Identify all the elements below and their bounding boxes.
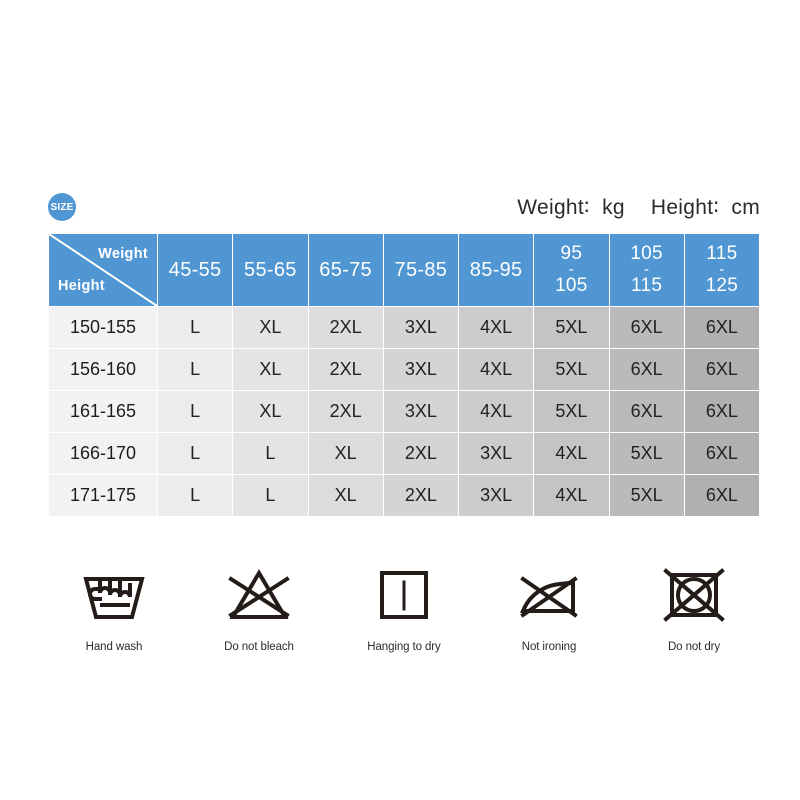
size-cell: 2XL: [308, 307, 383, 348]
units-legend: Weight∶ kg Height∶ cm: [517, 195, 760, 220]
table-row: 171-175 L L XL 2XL 3XL 4XL 5XL 6XL: [49, 475, 759, 516]
weight-col-header-4: 85-95: [459, 234, 534, 306]
weight-col-bottom-6: 115: [631, 275, 663, 297]
weight-col-bottom-5: 105: [555, 275, 588, 297]
weight-col-header-5: 95 - 105: [534, 234, 609, 306]
size-cell: 6XL: [684, 391, 759, 432]
size-cell: 6XL: [609, 391, 684, 432]
care-symbol-do-not-dry: Do not dry: [628, 560, 760, 653]
size-cell: L: [158, 433, 233, 474]
size-cell: 6XL: [684, 307, 759, 348]
weight-col-text-4: 85-95: [469, 258, 523, 281]
weight-col-header-6: 105 - 115: [609, 234, 684, 306]
diagonal-divider-icon: [49, 234, 157, 306]
size-table: Weight Height 45-55 55-65 65-75 75-85 85…: [48, 233, 760, 517]
header-row: Weight Height 45-55 55-65 65-75 75-85 85…: [49, 234, 759, 306]
care-label-hang-to-dry: Hanging to dry: [367, 641, 441, 653]
size-cell: 3XL: [383, 391, 458, 432]
size-cell: L: [158, 391, 233, 432]
size-table-body: 150-155 L XL 2XL 3XL 4XL 5XL 6XL 6XL 156-160 L XL 2X…: [49, 307, 759, 516]
size-cell: XL: [233, 349, 308, 390]
weight-col-text-0: 45-55: [168, 258, 222, 281]
size-cell: 2XL: [308, 391, 383, 432]
care-symbol-hang-to-dry: Hanging to dry: [338, 560, 470, 653]
weight-unit-label: Weight∶ kg: [517, 195, 625, 219]
care-label-hand-wash: Hand wash: [85, 641, 143, 653]
size-cell: XL: [308, 475, 383, 516]
size-cell: 2XL: [383, 433, 458, 474]
size-cell: L: [158, 307, 233, 348]
size-cell: 2XL: [308, 349, 383, 390]
size-cell: 3XL: [459, 475, 534, 516]
size-cell: 6XL: [684, 433, 759, 474]
corner-weight-label: Weight: [98, 246, 148, 262]
care-symbol-hand-wash: Hand wash: [48, 560, 180, 653]
hand-wash-icon: [75, 560, 153, 632]
size-cell: 5XL: [534, 391, 609, 432]
size-cell: 3XL: [383, 307, 458, 348]
size-cell: L: [158, 475, 233, 516]
height-range-cell: 150-155: [49, 307, 157, 348]
size-cell: 6XL: [684, 349, 759, 390]
weight-col-text-3: 75-85: [394, 258, 448, 281]
size-cell: L: [158, 349, 233, 390]
size-cell: 3XL: [383, 349, 458, 390]
header-corner-cell: Weight Height: [49, 234, 157, 306]
hang-to-dry-icon: [365, 560, 443, 632]
weight-col-stack-6: 105 - 115: [610, 244, 684, 296]
size-cell: XL: [233, 391, 308, 432]
size-cell: 5XL: [609, 433, 684, 474]
weight-col-header-7: 115 - 125: [684, 234, 759, 306]
do-not-dry-icon: [655, 560, 733, 632]
size-table-header: Weight Height 45-55 55-65 65-75 75-85 85…: [49, 234, 759, 306]
size-chart-page: SIZE Weight∶ kg Height∶ cm Weight Height…: [0, 0, 800, 800]
height-unit-label: Height∶ cm: [650, 195, 760, 219]
weight-col-text-2: 65-75: [319, 258, 372, 281]
size-cell: XL: [308, 433, 383, 474]
table-row: 150-155 L XL 2XL 3XL 4XL 5XL 6XL 6XL: [49, 307, 759, 348]
table-row: 166-170 L L XL 2XL 3XL 4XL 5XL 6XL: [49, 433, 759, 474]
size-cell: 4XL: [534, 433, 609, 474]
corner-height-label: Height: [58, 277, 105, 294]
size-cell: 6XL: [609, 307, 684, 348]
height-range-cell: 156-160: [49, 349, 157, 390]
care-symbol-do-not-bleach: Do not bleach: [193, 560, 325, 653]
weight-col-stack-5: 95 - 105: [534, 244, 608, 296]
height-range-cell: 161-165: [49, 391, 157, 432]
size-cell: 5XL: [534, 349, 609, 390]
care-symbol-no-ironing: Not ironing: [483, 560, 615, 653]
size-cell: 5XL: [534, 307, 609, 348]
size-cell: 5XL: [609, 475, 684, 516]
size-cell: 4XL: [534, 475, 609, 516]
table-row: 161-165 L XL 2XL 3XL 4XL 5XL 6XL 6XL: [49, 391, 759, 432]
height-range-cell: 166-170: [49, 433, 157, 474]
chart-header-bar: SIZE Weight∶ kg Height∶ cm: [48, 188, 760, 226]
weight-col-header-1: 55-65: [233, 234, 308, 306]
size-cell: 6XL: [684, 475, 759, 516]
size-cell: 6XL: [609, 349, 684, 390]
weight-col-header-2: 65-75: [308, 234, 383, 306]
size-cell: 4XL: [459, 349, 534, 390]
size-cell: L: [233, 433, 308, 474]
no-ironing-icon: [510, 560, 588, 632]
care-label-do-not-bleach: Do not bleach: [224, 641, 294, 653]
size-cell: 4XL: [459, 391, 534, 432]
care-label-no-ironing: Not ironing: [521, 641, 577, 653]
size-cell: 2XL: [383, 475, 458, 516]
weight-col-text-1: 55-65: [244, 258, 297, 281]
size-cell: 3XL: [459, 433, 534, 474]
care-symbols-row: Hand wash Do not bleach Hanging to dry N…: [48, 560, 760, 653]
weight-col-bottom-7: 125: [705, 275, 739, 297]
weight-col-header-0: 45-55: [158, 234, 233, 306]
care-label-do-not-dry: Do not dry: [667, 641, 721, 653]
size-cell: XL: [233, 307, 308, 348]
weight-col-stack-7: 115 - 125: [685, 244, 759, 296]
do-not-bleach-icon: [220, 560, 298, 632]
size-cell: 4XL: [459, 307, 534, 348]
size-badge: SIZE: [48, 193, 76, 221]
weight-col-header-3: 75-85: [383, 234, 458, 306]
size-cell: L: [233, 475, 308, 516]
height-range-cell: 171-175: [49, 475, 157, 516]
table-row: 156-160 L XL 2XL 3XL 4XL 5XL 6XL 6XL: [49, 349, 759, 390]
